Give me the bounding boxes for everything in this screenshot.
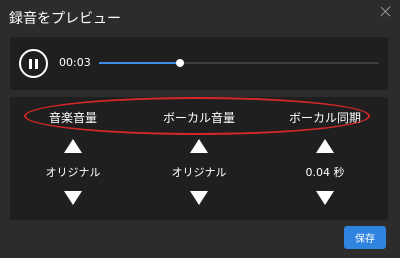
preview-recording-dialog: 録音をプレビュー 00:03 音楽音量 オリジナル ボーカル音量 オリジナル ボ…: [0, 0, 400, 258]
audio-player: 00:03: [10, 37, 388, 90]
vocal-volume-up-icon[interactable]: [190, 139, 208, 153]
mix-controls: 音楽音量 オリジナル ボーカル音量 オリジナル ボーカル同期 0.04 秒: [10, 97, 388, 220]
vocal-sync-up-icon[interactable]: [316, 139, 334, 153]
current-time: 00:03: [59, 56, 91, 69]
pause-button[interactable]: [19, 49, 48, 78]
vocal-sync-down-icon[interactable]: [316, 191, 334, 205]
vocal-sync-value: 0.04 秒: [305, 166, 345, 179]
music-volume-up-icon[interactable]: [64, 139, 82, 153]
progress-fill: [99, 62, 181, 64]
vocal-volume-value: オリジナル: [171, 166, 227, 179]
vocal-volume-down-icon[interactable]: [190, 191, 208, 205]
vocal-volume-label: ボーカル音量: [162, 111, 235, 125]
music-volume-value: オリジナル: [45, 166, 101, 179]
pause-icon-bar: [35, 59, 38, 69]
music-volume-label: 音楽音量: [48, 111, 97, 125]
dialog-title: 録音をプレビュー: [9, 11, 121, 27]
vocal-sync-control: ボーカル同期 0.04 秒: [267, 97, 383, 220]
pause-icon: [29, 59, 32, 69]
close-icon[interactable]: [380, 6, 392, 18]
progress-track[interactable]: [99, 59, 379, 67]
save-button[interactable]: 保存: [344, 226, 386, 249]
music-volume-control: 音楽音量 オリジナル: [18, 97, 128, 220]
music-volume-down-icon[interactable]: [64, 191, 82, 205]
vocal-volume-control: ボーカル音量 オリジナル: [144, 97, 254, 220]
vocal-sync-label: ボーカル同期: [288, 111, 361, 125]
progress-knob[interactable]: [176, 59, 185, 67]
